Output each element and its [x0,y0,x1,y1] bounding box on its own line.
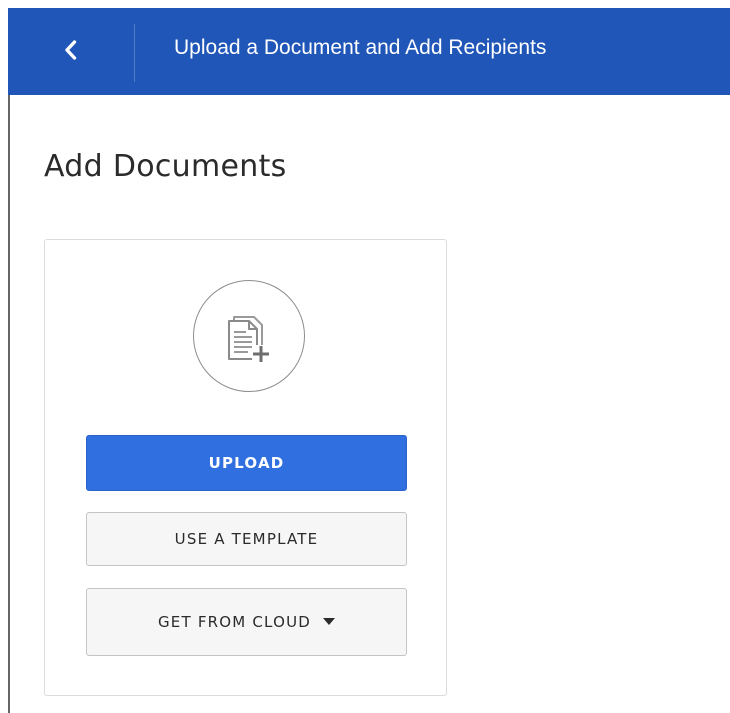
add-document-card: UPLOAD USE A TEMPLATE GET FROM CLOUD [44,239,447,696]
chevron-left-icon [63,39,79,65]
upload-button[interactable]: UPLOAD [86,435,407,491]
caret-down-icon [323,615,336,630]
clipped-top-text [0,0,730,8]
header-divider [134,24,135,82]
back-button[interactable] [8,8,134,95]
use-template-button[interactable]: USE A TEMPLATE [86,512,407,566]
header-bar: Upload a Document and Add Recipients [8,8,730,95]
document-add-icon [193,280,305,392]
get-from-cloud-label: GET FROM CLOUD [157,613,312,631]
page-title: Add Documents [44,149,287,184]
header-title: Upload a Document and Add Recipients [174,36,547,59]
page-left-border [8,95,10,713]
get-from-cloud-button[interactable]: GET FROM CLOUD [86,588,407,656]
